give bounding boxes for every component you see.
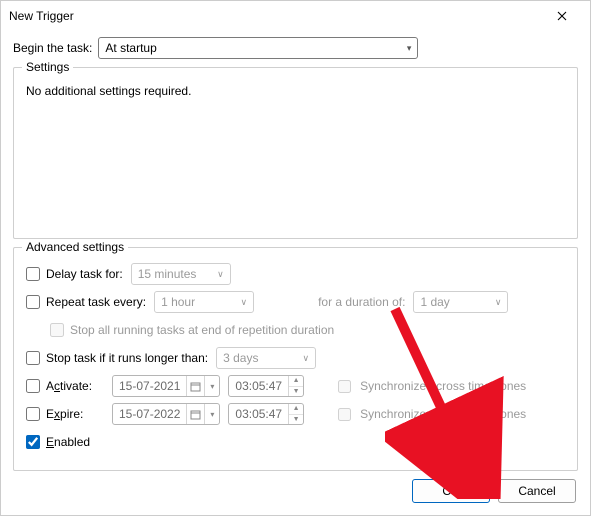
cancel-button[interactable]: Cancel <box>498 479 576 503</box>
duration-combo[interactable]: 1 day ∨ <box>413 291 508 313</box>
expire-sync-checkbox <box>338 408 351 421</box>
advanced-settings-group: Advanced settings Delay task for: 15 min… <box>13 247 578 471</box>
duration-value: 1 day <box>420 295 449 309</box>
activate-sync-checkbox <box>338 380 351 393</box>
delay-combo[interactable]: 15 minutes ∨ <box>131 263 231 285</box>
activate-label: Activate: <box>46 379 92 393</box>
spin-up-icon[interactable]: ▲ <box>289 376 303 387</box>
repeat-combo[interactable]: 1 hour ∨ <box>154 291 254 313</box>
ok-button[interactable]: OK <box>412 479 490 503</box>
stop-all-label: Stop all running tasks at end of repetit… <box>70 323 334 337</box>
delay-checkbox-input[interactable] <box>26 267 40 281</box>
stop-if-label: Stop task if it runs longer than: <box>46 351 208 365</box>
stop-all-checkbox-input <box>50 323 64 337</box>
window-title: New Trigger <box>9 9 542 23</box>
activate-time-picker[interactable]: 03:05:47 ▲ ▼ <box>228 375 304 397</box>
titlebar: New Trigger <box>1 1 590 31</box>
activate-sync-label: Synchronize across time zones <box>360 379 526 393</box>
repeat-label: Repeat task every: <box>46 295 146 309</box>
chevron-down-icon[interactable]: ▾ <box>204 376 219 396</box>
repeat-checkbox-input[interactable] <box>26 295 40 309</box>
dialog-footer: OK Cancel <box>412 479 576 503</box>
spin-down-icon[interactable]: ▼ <box>289 387 303 397</box>
spin-down-icon[interactable]: ▼ <box>289 415 303 425</box>
duration-label: for a duration of: <box>318 295 405 309</box>
settings-group: Settings No additional settings required… <box>13 67 578 239</box>
begin-task-dropdown[interactable]: At startup ▾ <box>98 37 418 59</box>
stop-if-combo[interactable]: 3 days ∨ <box>216 347 316 369</box>
spin-up-icon[interactable]: ▲ <box>289 404 303 415</box>
delay-label: Delay task for: <box>46 267 123 281</box>
settings-legend: Settings <box>22 60 73 74</box>
enabled-label: Enabled <box>46 435 90 449</box>
calendar-icon[interactable] <box>186 404 204 424</box>
settings-message: No additional settings required. <box>26 78 565 98</box>
chevron-down-icon[interactable]: ▾ <box>204 404 219 424</box>
chevron-down-icon: ∨ <box>495 297 502 308</box>
chevron-down-icon: ∨ <box>217 269 224 280</box>
activate-date: 15-07-2021 <box>113 376 186 396</box>
expire-sync-label: Synchronize across time zones <box>360 407 526 421</box>
advanced-legend: Advanced settings <box>22 240 128 254</box>
activate-time: 03:05:47 <box>229 376 288 396</box>
chevron-down-icon: ∨ <box>303 353 310 364</box>
begin-task-label: Begin the task: <box>13 41 92 55</box>
delay-checkbox[interactable]: Delay task for: <box>26 267 123 281</box>
expire-date: 15-07-2022 <box>113 404 186 424</box>
repeat-value: 1 hour <box>161 295 195 309</box>
expire-label: Expire: <box>46 407 83 421</box>
expire-date-picker[interactable]: 15-07-2022 ▾ <box>112 403 220 425</box>
repeat-checkbox[interactable]: Repeat task every: <box>26 295 146 309</box>
new-trigger-dialog: New Trigger Begin the task: At startup ▾… <box>0 0 591 516</box>
stop-all-checkbox: Stop all running tasks at end of repetit… <box>50 323 334 337</box>
activate-checkbox-input[interactable] <box>26 379 40 393</box>
expire-checkbox[interactable]: Expire: <box>26 407 104 421</box>
activate-date-picker[interactable]: 15-07-2021 ▾ <box>112 375 220 397</box>
close-icon <box>557 11 567 21</box>
delay-value: 15 minutes <box>138 267 197 281</box>
expire-time: 03:05:47 <box>229 404 288 424</box>
close-button[interactable] <box>542 2 582 30</box>
stop-if-checkbox-input[interactable] <box>26 351 40 365</box>
enabled-checkbox-input[interactable] <box>26 435 40 449</box>
chevron-down-icon: ▾ <box>407 43 412 54</box>
chevron-down-icon: ∨ <box>240 297 247 308</box>
expire-checkbox-input[interactable] <box>26 407 40 421</box>
enabled-checkbox[interactable]: Enabled <box>26 435 90 449</box>
expire-time-picker[interactable]: 03:05:47 ▲ ▼ <box>228 403 304 425</box>
activate-checkbox[interactable]: Activate: <box>26 379 104 393</box>
stop-if-checkbox[interactable]: Stop task if it runs longer than: <box>26 351 208 365</box>
begin-task-value: At startup <box>105 41 156 55</box>
calendar-icon[interactable] <box>186 376 204 396</box>
stop-if-value: 3 days <box>223 351 258 365</box>
